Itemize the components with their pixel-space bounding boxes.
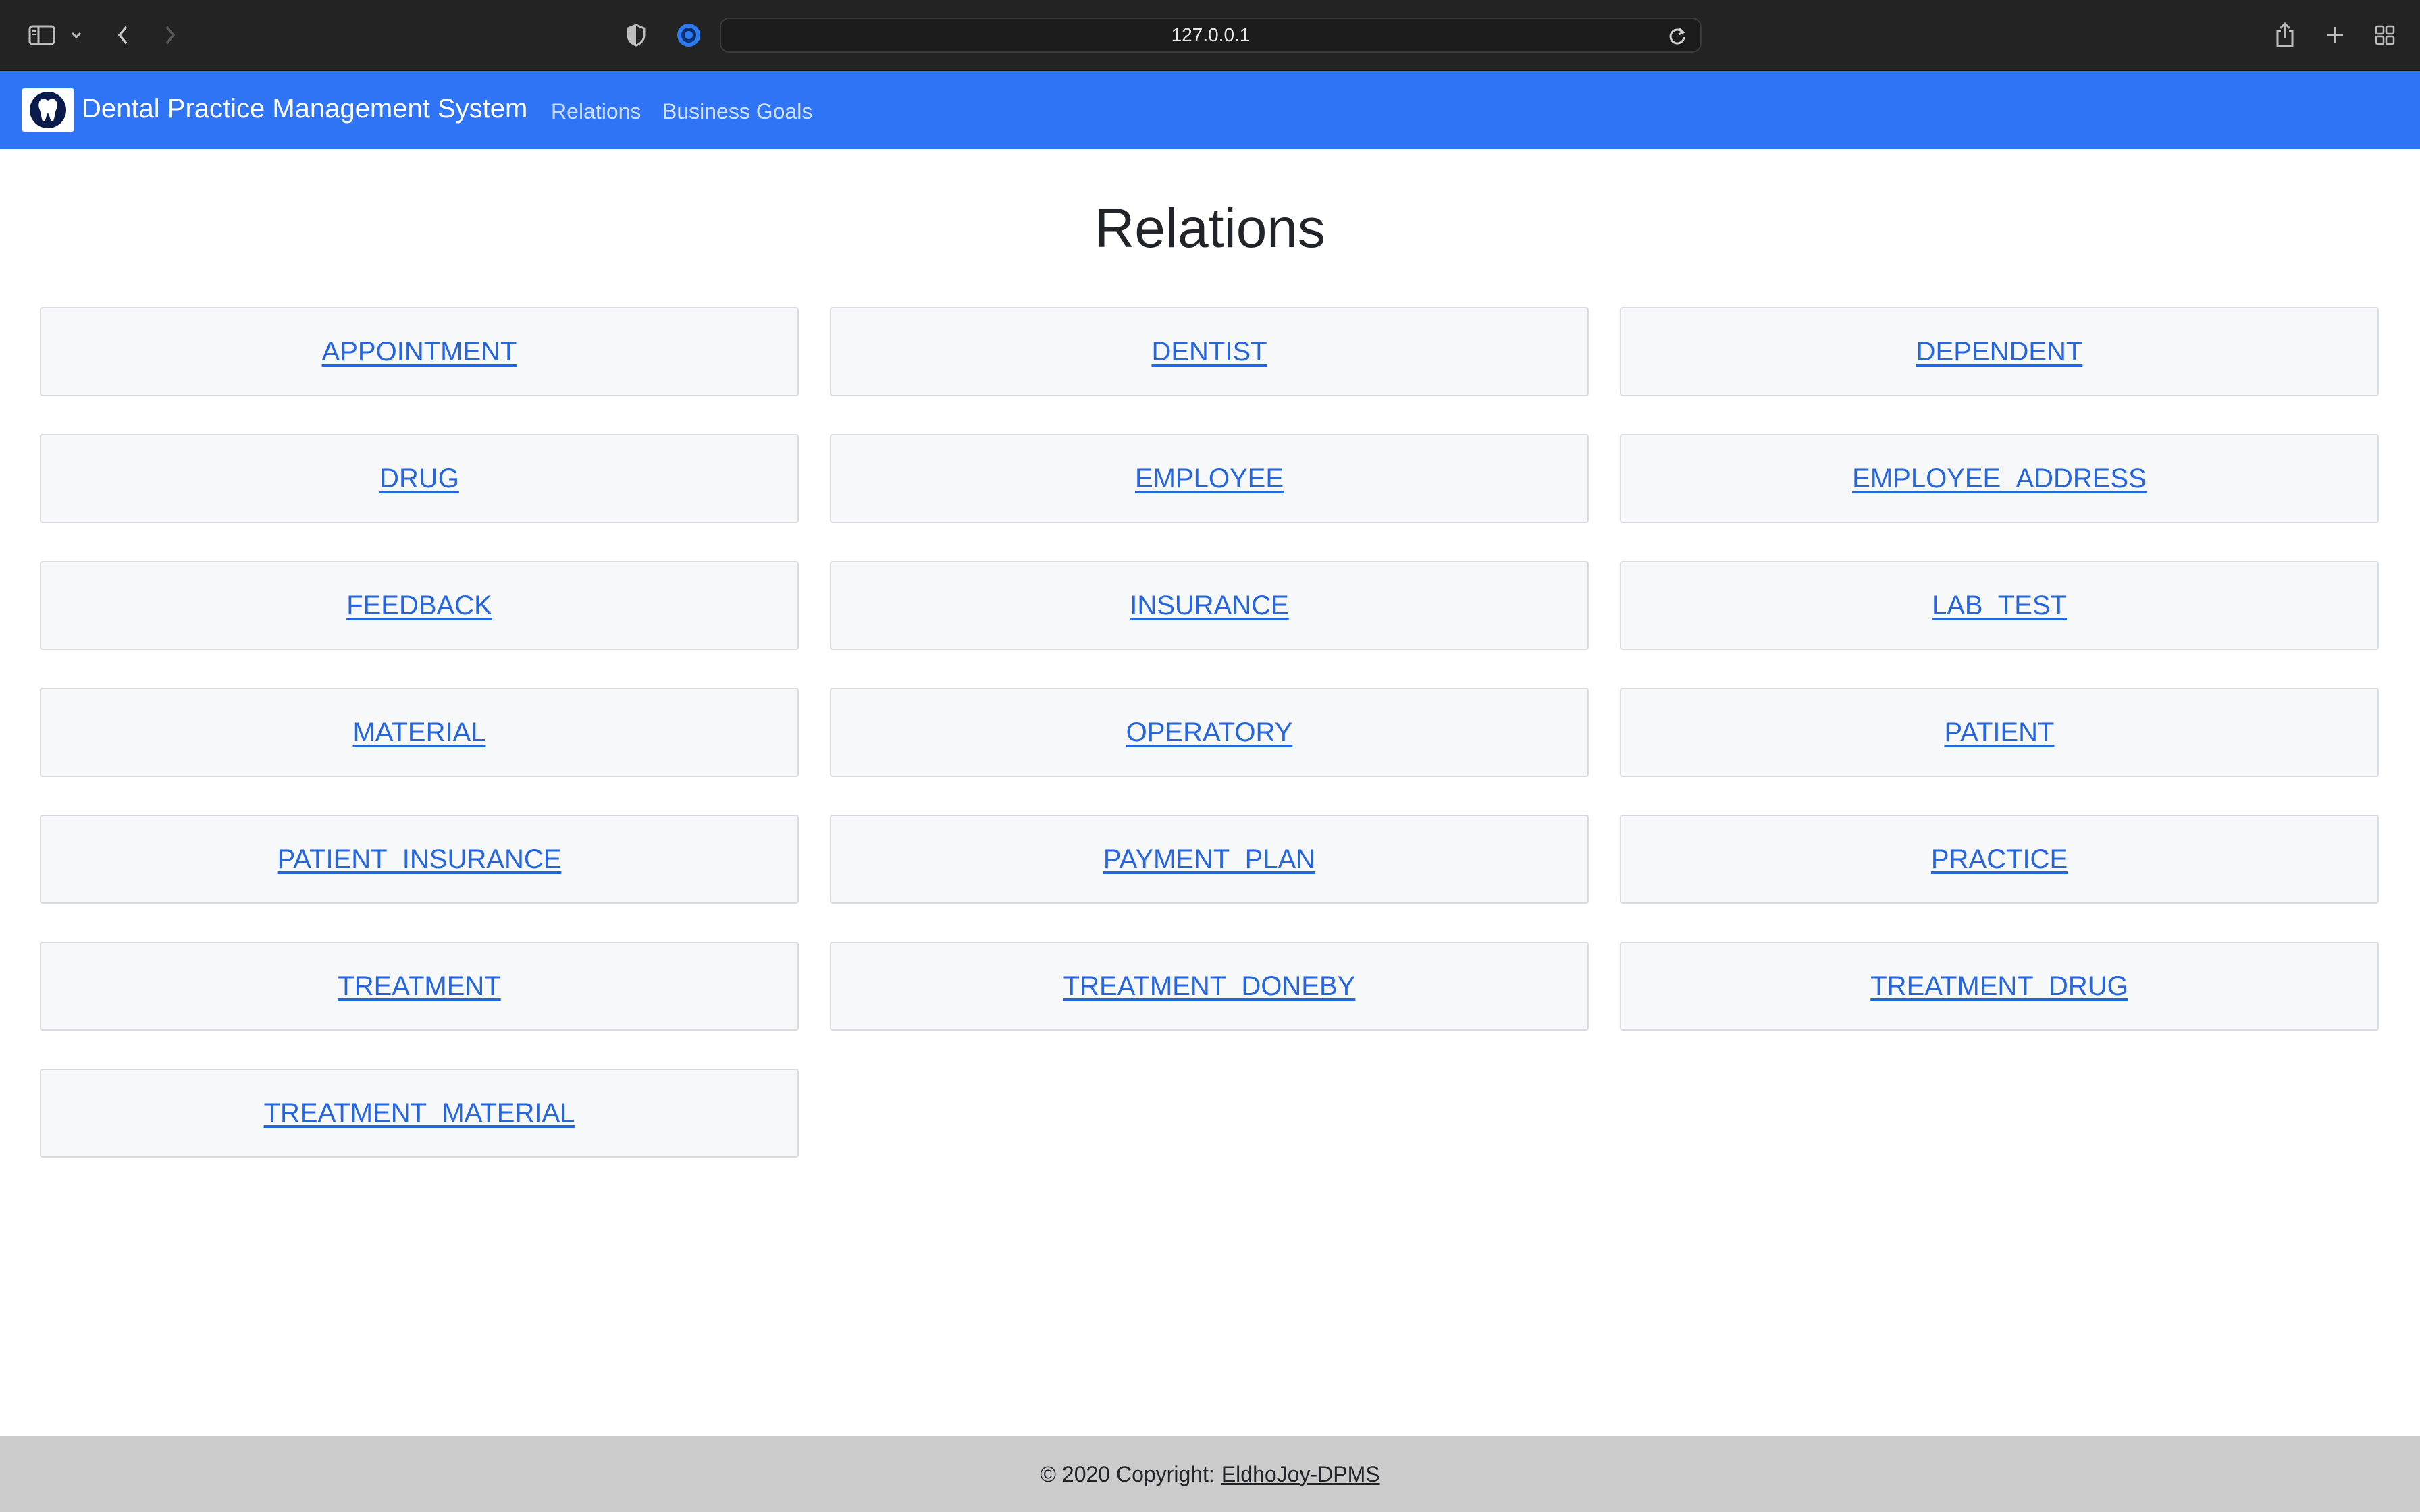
relations-grid: APPOINTMENT DENTIST DEPENDENT DRUG EMPLO… xyxy=(40,307,2379,1158)
relation-card: TREATMENT xyxy=(40,942,799,1031)
footer-copyright: © 2020 Copyright: xyxy=(1040,1461,1215,1486)
relation-card: PATIENT xyxy=(1620,688,2379,777)
relation-link-patient-insurance[interactable]: PATIENT_INSURANCE xyxy=(278,844,562,875)
relation-card: APPOINTMENT xyxy=(40,307,799,396)
brand-logo[interactable] xyxy=(22,88,74,132)
extension-icon[interactable] xyxy=(674,18,704,53)
tooth-icon xyxy=(30,92,66,128)
relation-card: FEEDBACK xyxy=(40,561,799,650)
browser-toolbar: 127.0.0.1 xyxy=(0,0,2420,71)
relation-card: PATIENT_INSURANCE xyxy=(40,815,799,904)
url-text: 127.0.0.1 xyxy=(1171,24,1251,45)
relation-link-practice[interactable]: PRACTICE xyxy=(1931,844,2068,875)
nav-link-relations[interactable]: Relations xyxy=(551,99,641,124)
tab-overview-icon[interactable] xyxy=(2370,18,2400,53)
relation-link-treatment[interactable]: TREATMENT xyxy=(338,971,500,1002)
relation-link-treatment-drug[interactable]: TREATMENT_DRUG xyxy=(1870,971,2128,1002)
relation-card: EMPLOYEE xyxy=(830,434,1589,523)
sidebar-icon[interactable] xyxy=(24,18,59,53)
back-icon[interactable] xyxy=(108,18,138,53)
footer-link[interactable]: EldhoJoy-DPMS xyxy=(1221,1462,1380,1487)
url-bar[interactable]: 127.0.0.1 xyxy=(720,18,1702,53)
shield-icon[interactable] xyxy=(621,18,651,53)
relation-card: TREATMENT_MATERIAL xyxy=(40,1069,799,1158)
brand-name[interactable]: Dental Practice Management System xyxy=(82,94,527,124)
relation-link-treatment-doneby[interactable]: TREATMENT_DONEBY xyxy=(1063,971,1356,1002)
nav-link-business-goals[interactable]: Business Goals xyxy=(662,99,812,124)
footer: © 2020 Copyright: EldhoJoy-DPMS xyxy=(0,1436,2420,1512)
forward-icon[interactable] xyxy=(155,18,185,53)
relation-link-treatment-material[interactable]: TREATMENT_MATERIAL xyxy=(264,1098,575,1129)
share-icon[interactable] xyxy=(2270,18,2300,53)
relation-card: DRUG xyxy=(40,434,799,523)
chevron-down-icon[interactable] xyxy=(66,18,86,53)
relation-link-insurance[interactable]: INSURANCE xyxy=(1130,591,1289,621)
relation-card: DENTIST xyxy=(830,307,1589,396)
relation-link-employee-address[interactable]: EMPLOYEE_ADDRESS xyxy=(1852,464,2147,494)
relation-link-drug[interactable]: DRUG xyxy=(379,464,459,494)
relation-card: MATERIAL xyxy=(40,688,799,777)
relation-card: TREATMENT_DONEBY xyxy=(830,942,1589,1031)
relation-link-material[interactable]: MATERIAL xyxy=(352,718,485,748)
relation-card: OPERATORY xyxy=(830,688,1589,777)
relation-link-employee[interactable]: EMPLOYEE xyxy=(1135,464,1284,494)
relation-card: DEPENDENT xyxy=(1620,307,2379,396)
relation-card: INSURANCE xyxy=(830,561,1589,650)
page-title: Relations xyxy=(1095,198,1325,259)
app-navbar: Dental Practice Management System Relati… xyxy=(0,71,2420,149)
relation-link-payment-plan[interactable]: PAYMENT_PLAN xyxy=(1103,844,1315,875)
reload-icon[interactable] xyxy=(1668,26,1687,46)
relation-card: TREATMENT_DRUG xyxy=(1620,942,2379,1031)
new-tab-icon[interactable] xyxy=(2320,18,2350,53)
relation-card: LAB_TEST xyxy=(1620,561,2379,650)
relation-link-operatory[interactable]: OPERATORY xyxy=(1126,718,1293,748)
relation-link-lab-test[interactable]: LAB_TEST xyxy=(1932,591,2067,621)
relation-link-patient[interactable]: PATIENT xyxy=(1945,718,2055,748)
relation-card: EMPLOYEE_ADDRESS xyxy=(1620,434,2379,523)
relation-card: PAYMENT_PLAN xyxy=(830,815,1589,904)
relation-link-appointment[interactable]: APPOINTMENT xyxy=(322,337,517,367)
relation-link-dependent[interactable]: DEPENDENT xyxy=(1916,337,2083,367)
relation-link-dentist[interactable]: DENTIST xyxy=(1151,337,1267,367)
relation-card: PRACTICE xyxy=(1620,815,2379,904)
relation-link-feedback[interactable]: FEEDBACK xyxy=(346,591,492,621)
